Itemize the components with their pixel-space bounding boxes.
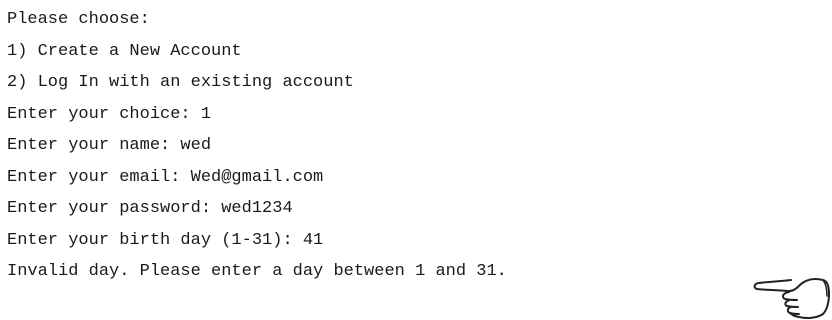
choice-input-line: Enter your choice: 1 (7, 104, 212, 124)
hand-pointing-left-icon (753, 278, 830, 319)
menu-option-login: 2) Log In with an existing account (7, 73, 354, 92)
menu-prompt-line: Please choose: (7, 10, 150, 29)
error-message-line: Invalid day. Please enter a day between … (7, 262, 507, 281)
password-input-line: Enter your password: wed1234 (7, 199, 293, 218)
email-input-line: Enter your email: Wed@gmail.com (7, 167, 324, 187)
menu-option-create-account: 1) Create a New Account (7, 41, 242, 61)
console-output: Please choose: 1) Create a New Account 2… (0, 0, 832, 320)
birth-day-input-line: Enter your birth day (1-31): 41 (7, 230, 324, 250)
name-input-line: Enter your name: wed (7, 136, 212, 155)
